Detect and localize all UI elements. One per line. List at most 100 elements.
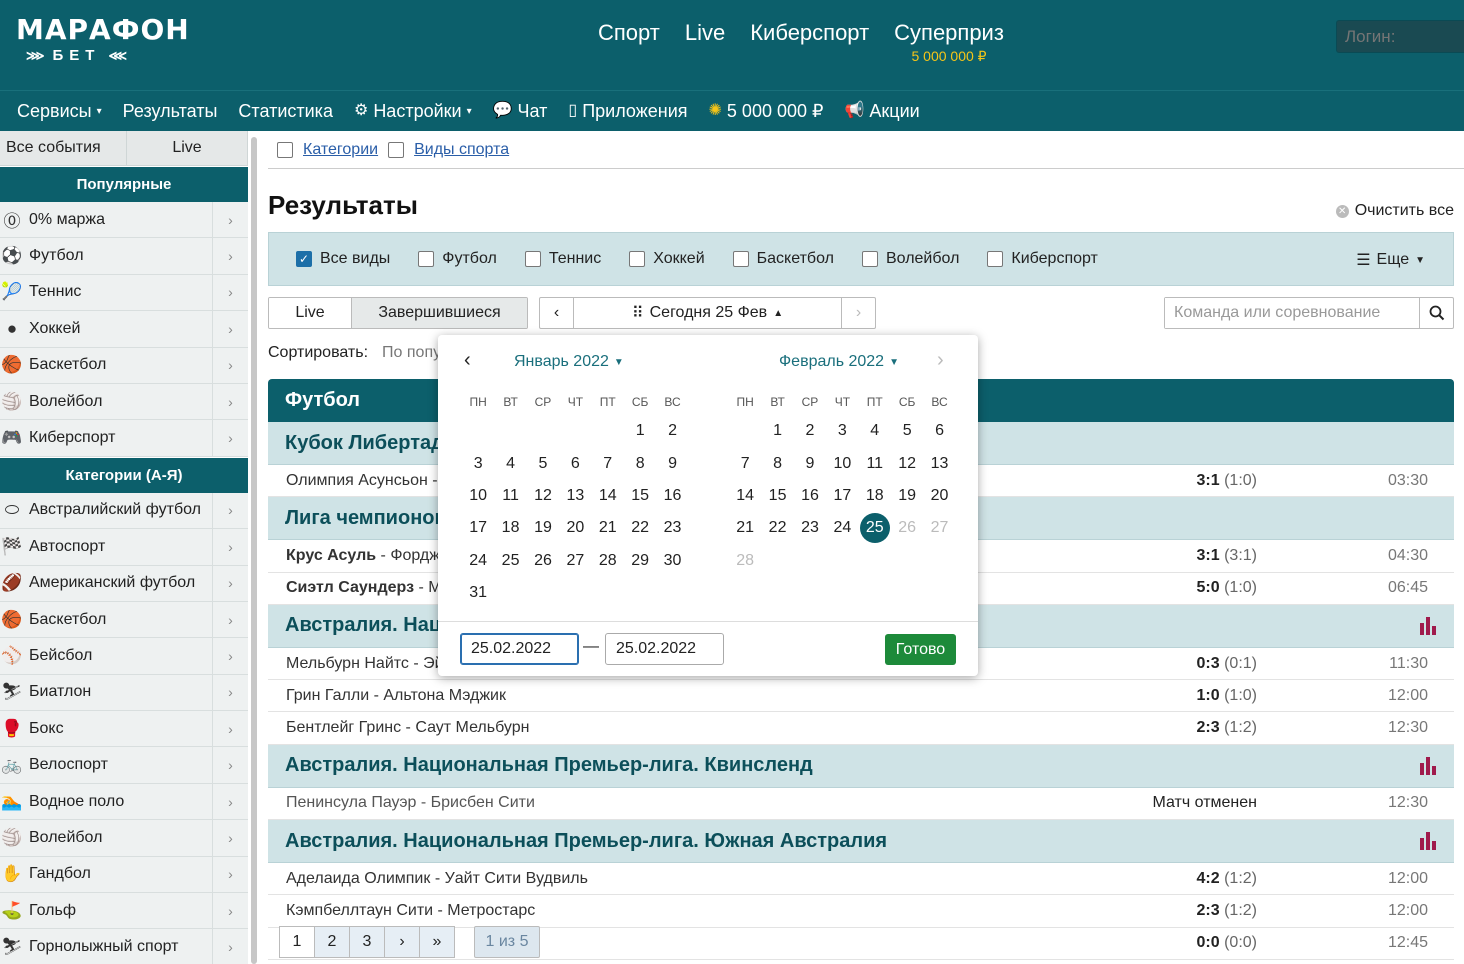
calendar-day[interactable]: 13	[560, 481, 590, 511]
calendar-day[interactable]: 15	[763, 481, 793, 511]
calendar-day[interactable]: 20	[560, 513, 590, 543]
calendar-day[interactable]: 2	[658, 416, 688, 446]
sports-checkbox[interactable]	[388, 141, 405, 158]
league-heading[interactable]: Австралия. Национальная Премьер-лига. Юж…	[268, 820, 1454, 864]
calendar-day[interactable]: 13	[925, 449, 955, 479]
chevron-right-icon[interactable]: ›	[212, 565, 248, 601]
calendar-day[interactable]: 22	[625, 513, 655, 543]
calendar-day[interactable]: 26	[528, 546, 558, 576]
sport-filter-item[interactable]: Футбол	[418, 250, 497, 268]
prev-day-button[interactable]: ‹	[540, 298, 574, 328]
calendar-day[interactable]: 19	[892, 481, 922, 511]
calendar-day[interactable]: 6	[560, 449, 590, 479]
page-1-button[interactable]: 1	[279, 926, 315, 958]
sports-link[interactable]: Виды спорта	[414, 141, 509, 159]
calendar-day[interactable]: 8	[763, 449, 793, 479]
sport-checkbox[interactable]	[732, 251, 749, 267]
calendar-day[interactable]: 25	[859, 513, 890, 544]
chevron-right-icon[interactable]: ›	[212, 674, 248, 711]
sidebar-item[interactable]: 🚲 Велоспорт ›	[0, 747, 248, 784]
calendar-day[interactable]: 14	[593, 481, 623, 511]
sidebar-item[interactable]: 🏀 Баскетбол ›	[0, 601, 248, 639]
calendar-day[interactable]: 12	[892, 449, 922, 479]
chevron-right-icon[interactable]: ›	[212, 347, 248, 383]
calendar-day[interactable]: 22	[763, 513, 793, 543]
sidebar-item[interactable]: 🎾 Теннис ›	[0, 274, 248, 312]
login-input[interactable]	[1336, 20, 1464, 53]
calendar-day[interactable]: 23	[795, 513, 825, 543]
sport-filter-item[interactable]: Теннис	[524, 250, 601, 268]
sidebar-item[interactable]: ● Хоккей ›	[0, 311, 248, 348]
calendar-day[interactable]: 21	[593, 513, 623, 543]
last-page-button[interactable]: »	[419, 926, 455, 958]
search-button[interactable]	[1419, 298, 1453, 328]
sidebar-item[interactable]: 🥊 Бокс ›	[0, 711, 248, 748]
calendar-day[interactable]: 18	[496, 513, 526, 543]
nav-stats[interactable]: Статистика	[238, 101, 333, 122]
calendar-day[interactable]: 29	[625, 546, 655, 576]
date-to-input[interactable]	[605, 633, 724, 665]
calendar-day[interactable]: 11	[860, 449, 890, 479]
calendar-day[interactable]: 23	[658, 513, 688, 543]
sidebar-scrollbar[interactable]	[250, 131, 260, 964]
calendar-day[interactable]: 3	[463, 449, 493, 479]
chevron-right-icon[interactable]: ›	[212, 274, 248, 311]
sidebar-item[interactable]: ⬭ Австралийский футбол ›	[0, 492, 248, 530]
chevron-right-icon[interactable]: ›	[212, 383, 248, 420]
next-month-button[interactable]: ›	[937, 349, 944, 372]
chevron-right-icon[interactable]: ›	[212, 529, 248, 565]
sidebar-item[interactable]: 🏈 Американский футбол ›	[0, 565, 248, 602]
scrollbar-thumb[interactable]	[251, 137, 257, 964]
chevron-right-icon[interactable]: ›	[212, 856, 248, 893]
nav-live[interactable]: Live	[685, 20, 725, 46]
calendar-day[interactable]: 1	[625, 416, 655, 446]
date-from-input[interactable]	[460, 633, 579, 665]
chevron-right-icon[interactable]: ›	[212, 783, 248, 820]
calendar-day[interactable]: 16	[658, 481, 688, 511]
sport-checkbox[interactable]	[418, 251, 435, 267]
month-select-left[interactable]: Январь 2022 ▼	[514, 353, 624, 371]
calendar-day[interactable]: 12	[528, 481, 558, 511]
sport-filter-item[interactable]: Киберспорт	[987, 250, 1098, 268]
calendar-day[interactable]: 21	[730, 513, 760, 543]
calendar-day[interactable]: 10	[463, 481, 493, 511]
nav-prize[interactable]: ✺ 5 000 000 ₽	[709, 101, 824, 122]
prev-month-button[interactable]: ‹	[464, 349, 471, 372]
calendar-day[interactable]: 10	[827, 449, 857, 479]
chevron-right-icon[interactable]: ›	[212, 711, 248, 747]
match-row[interactable]: Аделаида Олимпик - Уайт Сити Вудвиль 4:2 …	[268, 863, 1454, 896]
calendar-day[interactable]: 4	[496, 449, 526, 479]
sport-checkbox[interactable]	[524, 251, 541, 267]
more-dropdown[interactable]: ☰ Еще ▼	[1356, 250, 1425, 270]
sport-checkbox[interactable]	[861, 251, 878, 267]
calendar-day[interactable]: 6	[925, 416, 955, 446]
calendar-day[interactable]: 7	[730, 449, 760, 479]
sport-filter-item[interactable]: Баскетбол	[732, 250, 834, 268]
nav-services[interactable]: Сервисы ▾	[17, 101, 102, 122]
stats-chart-icon[interactable]	[1420, 832, 1436, 851]
chevron-right-icon[interactable]: ›	[212, 492, 248, 529]
categories-link[interactable]: Категории	[303, 141, 378, 159]
tab-all-events[interactable]: Все события	[0, 131, 127, 165]
clear-all-button[interactable]: ✕ Очистить все	[1335, 202, 1454, 220]
chevron-right-icon[interactable]: ›	[212, 893, 248, 929]
next-day-button[interactable]: ›	[841, 298, 875, 328]
calendar-day[interactable]: 24	[463, 546, 493, 576]
chevron-right-icon[interactable]: ›	[212, 820, 248, 856]
sport-checkbox[interactable]: ✓	[296, 251, 312, 267]
sidebar-item[interactable]: ⛷ Биатлон ›	[0, 674, 248, 712]
month-select-right[interactable]: Февраль 2022 ▼	[779, 353, 899, 371]
sport-filter-item[interactable]: Волейбол	[861, 250, 959, 268]
nav-esports[interactable]: Киберспорт	[750, 20, 869, 46]
calendar-day[interactable]: 5	[892, 416, 922, 446]
sidebar-item[interactable]: ⛷ Горнолыжный спорт ›	[0, 929, 248, 964]
chevron-right-icon[interactable]: ›	[212, 202, 248, 238]
chevron-right-icon[interactable]: ›	[212, 747, 248, 783]
sidebar-item[interactable]: 🏐 Волейбол ›	[0, 820, 248, 857]
nav-apps[interactable]: ▯ Приложения	[568, 101, 687, 122]
tab-finished[interactable]: Завершившиеся	[352, 298, 527, 328]
sport-filter-item[interactable]: ✓ Все виды	[296, 250, 390, 268]
nav-superprize[interactable]: Суперприз 5 000 000 ₽	[894, 20, 1004, 66]
calendar-day[interactable]: 28	[593, 546, 623, 576]
sidebar-item[interactable]: 🏁 Автоспорт ›	[0, 529, 248, 566]
